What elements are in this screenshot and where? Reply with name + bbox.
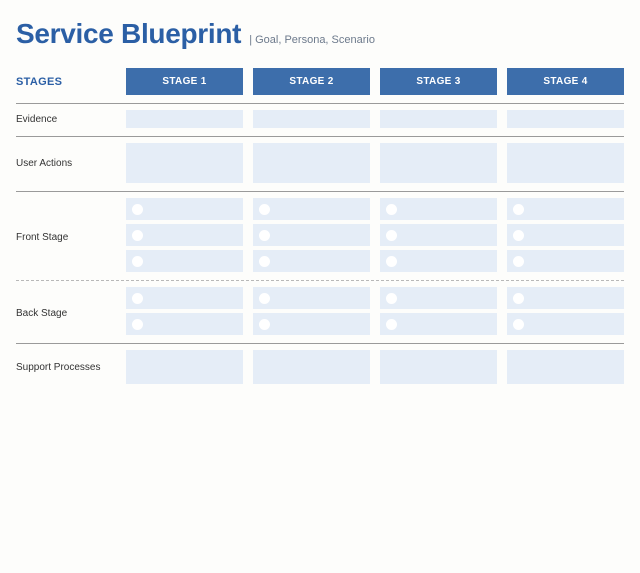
row-label-front-stage: Front Stage xyxy=(16,228,116,243)
bullet-icon xyxy=(259,319,270,330)
stage-head-1: STAGE 1 xyxy=(126,68,243,95)
bullet-icon xyxy=(386,293,397,304)
user-actions-cell xyxy=(253,143,370,183)
back-stage-stack xyxy=(507,287,624,335)
front-stage-stack xyxy=(126,198,243,272)
back-stage-stack xyxy=(126,287,243,335)
back-stage-item xyxy=(253,313,370,335)
back-stage-stack xyxy=(380,287,497,335)
stages-label: STAGES xyxy=(16,76,116,88)
back-stage-item xyxy=(380,313,497,335)
bullet-icon xyxy=(259,230,270,241)
bullet-icon xyxy=(259,293,270,304)
row-front-stage: Front Stage xyxy=(16,198,624,272)
bullet-icon xyxy=(386,319,397,330)
divider xyxy=(16,136,624,137)
bullet-icon xyxy=(386,256,397,267)
evidence-cell xyxy=(507,110,624,128)
back-stage-item xyxy=(507,313,624,335)
front-stage-stack xyxy=(380,198,497,272)
divider xyxy=(16,191,624,192)
bullet-icon xyxy=(513,293,524,304)
front-stage-item xyxy=(380,250,497,272)
row-back-stage: Back Stage xyxy=(16,287,624,335)
page-title: Service Blueprint xyxy=(16,18,241,50)
stage-head-4: STAGE 4 xyxy=(507,68,624,95)
front-stage-item xyxy=(380,224,497,246)
page-subtitle: | Goal, Persona, Scenario xyxy=(249,34,375,46)
front-stage-item xyxy=(507,250,624,272)
support-cell xyxy=(126,350,243,384)
bullet-icon xyxy=(513,256,524,267)
back-stage-item xyxy=(253,287,370,309)
back-stage-item xyxy=(126,313,243,335)
front-stage-item xyxy=(126,198,243,220)
bullet-icon xyxy=(132,319,143,330)
user-actions-cell xyxy=(380,143,497,183)
front-stage-stack xyxy=(253,198,370,272)
front-stage-item xyxy=(126,224,243,246)
stages-header-row: STAGES STAGE 1 STAGE 2 STAGE 3 STAGE 4 xyxy=(16,68,624,95)
back-stage-item xyxy=(126,287,243,309)
support-cell xyxy=(253,350,370,384)
row-label-back-stage: Back Stage xyxy=(16,304,116,319)
row-user-actions: User Actions xyxy=(16,143,624,183)
stage-head-2: STAGE 2 xyxy=(253,68,370,95)
user-actions-cell xyxy=(126,143,243,183)
bullet-icon xyxy=(132,256,143,267)
bullet-icon xyxy=(132,293,143,304)
bullet-icon xyxy=(513,204,524,215)
front-stage-item xyxy=(253,224,370,246)
bullet-icon xyxy=(259,204,270,215)
evidence-cell xyxy=(380,110,497,128)
row-label-support: Support Processes xyxy=(16,362,116,373)
bullet-icon xyxy=(386,204,397,215)
bullet-icon xyxy=(132,204,143,215)
front-stage-item xyxy=(507,198,624,220)
bullet-icon xyxy=(132,230,143,241)
support-cell xyxy=(380,350,497,384)
evidence-cell xyxy=(253,110,370,128)
divider xyxy=(16,103,624,104)
front-stage-item xyxy=(380,198,497,220)
front-stage-item xyxy=(253,250,370,272)
header: Service Blueprint | Goal, Persona, Scena… xyxy=(16,18,624,50)
evidence-cell xyxy=(126,110,243,128)
divider-dashed xyxy=(16,280,624,281)
back-stage-stack xyxy=(253,287,370,335)
row-support-processes: Support Processes xyxy=(16,350,624,384)
front-stage-item xyxy=(253,198,370,220)
divider xyxy=(16,343,624,344)
front-stage-item xyxy=(126,250,243,272)
back-stage-item xyxy=(507,287,624,309)
stage-head-3: STAGE 3 xyxy=(380,68,497,95)
back-stage-item xyxy=(380,287,497,309)
front-stage-stack xyxy=(507,198,624,272)
bullet-icon xyxy=(513,319,524,330)
row-evidence: Evidence xyxy=(16,110,624,128)
row-label-user-actions: User Actions xyxy=(16,158,116,169)
support-cell xyxy=(507,350,624,384)
user-actions-cell xyxy=(507,143,624,183)
bullet-icon xyxy=(259,256,270,267)
bullet-icon xyxy=(513,230,524,241)
bullet-icon xyxy=(386,230,397,241)
row-label-evidence: Evidence xyxy=(16,114,116,125)
front-stage-item xyxy=(507,224,624,246)
